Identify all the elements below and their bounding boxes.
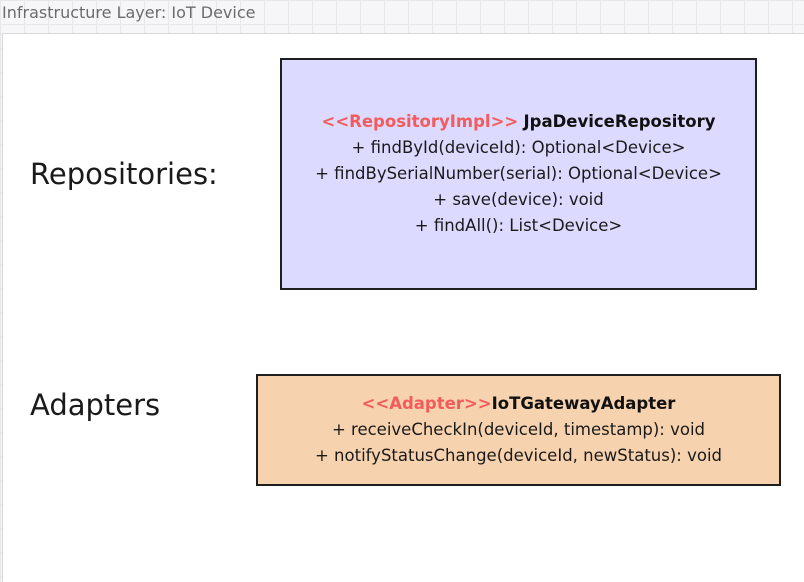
repository-method: + findAll(): List<Device> [414,216,623,235]
repository-method: + findBySerialNumber(serial): Optional<D… [315,164,722,183]
repository-method: + findById(deviceId): Optional<Device> [351,138,686,157]
repository-stereotype: <<RepositoryImpl>> [321,112,519,131]
adapter-method: + notifyStatusChange(deviceId, newStatus… [314,446,722,465]
adapter-method: + receiveCheckIn(deviceId, timestamp): v… [331,420,706,439]
adapter-stereotype: <<Adapter>> [361,394,492,413]
frame-title[interactable]: Infrastructure Layer: IoT Device [2,3,255,22]
repository-class-header: <<RepositoryImpl>> JpaDeviceRepository [322,109,716,135]
repository-class-name: JpaDeviceRepository [523,112,716,131]
repository-class-box[interactable]: <<RepositoryImpl>> JpaDeviceRepository +… [280,58,757,290]
adapter-class-name: IoTGatewayAdapter [491,394,676,413]
adapter-class-box[interactable]: <<Adapter>>IoTGatewayAdapter + receiveCh… [256,374,781,486]
adapters-label[interactable]: Adapters [30,388,160,422]
whiteboard-canvas[interactable]: Infrastructure Layer: IoT Device Reposit… [0,0,804,582]
repository-method: + save(device): void [433,190,604,209]
adapter-class-header: <<Adapter>>IoTGatewayAdapter [362,391,676,417]
repositories-label[interactable]: Repositories: [30,157,218,191]
